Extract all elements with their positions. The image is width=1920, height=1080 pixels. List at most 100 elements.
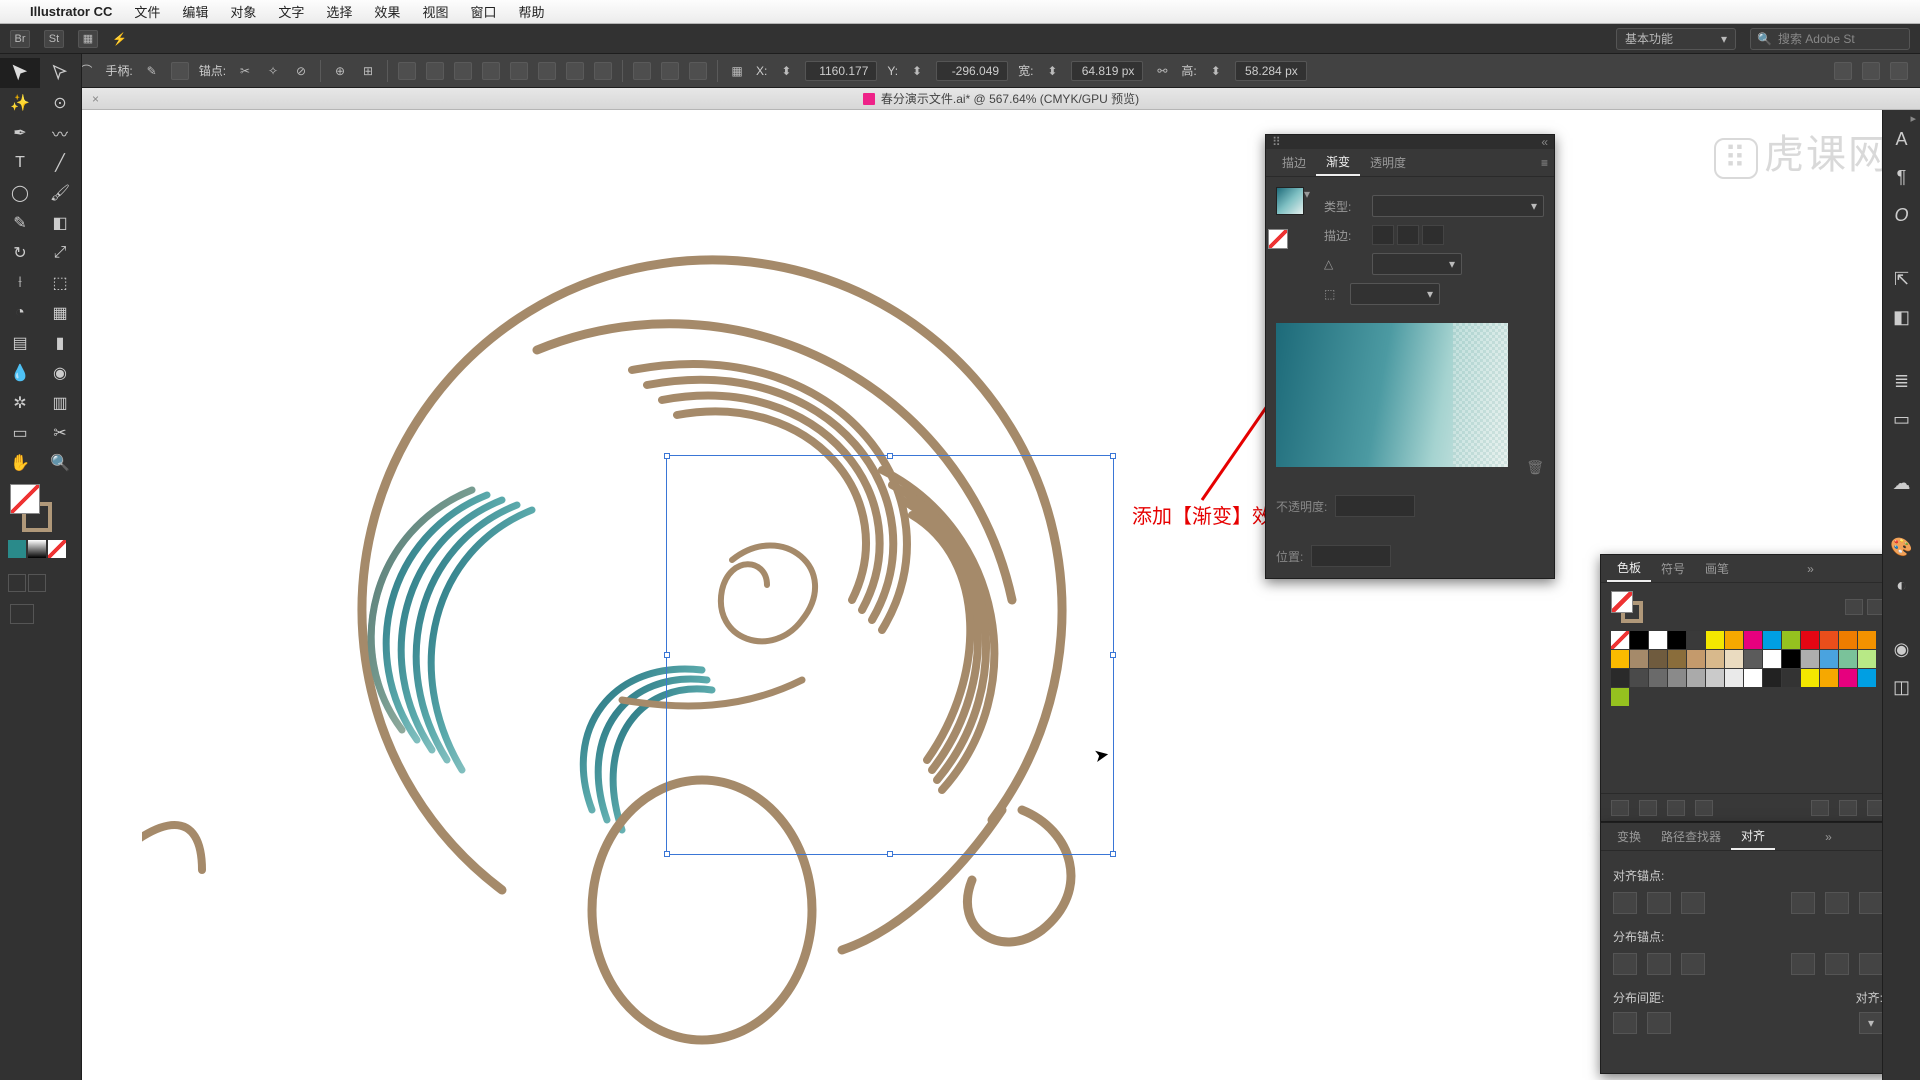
dist-center-icon[interactable] [661, 62, 679, 80]
menu-edit[interactable]: 编辑 [182, 2, 208, 21]
link-wh-icon[interactable]: ⚯ [1153, 62, 1171, 80]
document-tab[interactable]: × 春分演示文件.ai* @ 567.64% (CMYK/GPU 预览) [82, 88, 1920, 110]
swatch-color[interactable] [1611, 669, 1629, 687]
symbol-sprayer-tool[interactable]: ✲ [0, 388, 40, 418]
menu-help[interactable]: 帮助 [518, 2, 544, 21]
close-doc-icon[interactable]: × [92, 92, 99, 106]
pen-tool[interactable]: ✒ [0, 118, 40, 148]
handle-bl[interactable] [664, 851, 670, 857]
fill-stroke-indicator[interactable] [10, 484, 58, 532]
align-vcenter-button[interactable] [1825, 892, 1849, 914]
y-value[interactable]: -296.049 [936, 61, 1008, 81]
tab-swatches[interactable]: 色板 [1607, 555, 1651, 582]
type-tool[interactable]: T [0, 148, 40, 178]
blend-tool[interactable]: ◉ [40, 358, 80, 388]
link-h-icon[interactable]: ⬍ [1207, 62, 1225, 80]
swatch-color[interactable] [1706, 631, 1724, 649]
swatch-color[interactable] [1668, 631, 1686, 649]
screen-mode-full[interactable] [28, 574, 46, 592]
panel-grip-icon[interactable]: ⠿ [1272, 135, 1282, 149]
stroke-along-icon[interactable] [1397, 225, 1419, 245]
shape-builder-tool[interactable]: ◔ [0, 298, 40, 328]
paintbrush-tool[interactable]: 🖌 [40, 178, 80, 208]
handle-tl[interactable] [664, 453, 670, 459]
swatch-color[interactable] [1687, 631, 1705, 649]
arrange-docs-icon[interactable]: ▦ [78, 30, 98, 48]
swatch-color[interactable] [1668, 650, 1686, 668]
isolate-icon[interactable]: ⊕ [331, 62, 349, 80]
dist-v-icon[interactable] [594, 62, 612, 80]
swatch-color[interactable] [1858, 631, 1876, 649]
swatch-color[interactable] [1744, 650, 1762, 668]
menu-effect[interactable]: 效果 [374, 2, 400, 21]
anchor-remove-icon[interactable]: ✂ [236, 62, 254, 80]
align-right-button[interactable] [1681, 892, 1705, 914]
gradient-stroke-swatch[interactable] [1268, 229, 1288, 249]
swatches-expand-icon[interactable]: » [1807, 562, 1814, 576]
stroke-within-icon[interactable] [1372, 225, 1394, 245]
dock-color-guide-icon[interactable]: ◐ [1889, 572, 1915, 598]
handle-bm[interactable] [887, 851, 893, 857]
bridge-icon[interactable]: Br [10, 30, 30, 48]
dock-opentype-icon[interactable]: O [1889, 202, 1915, 228]
rectangle-tool[interactable]: ◯ [0, 178, 40, 208]
rotate-tool[interactable]: ↻ [0, 238, 40, 268]
swatch-color[interactable] [1649, 631, 1667, 649]
swatch-color[interactable] [1763, 669, 1781, 687]
swatch-color[interactable] [1801, 669, 1819, 687]
selection-tool[interactable] [0, 58, 40, 88]
handle-ml[interactable] [664, 652, 670, 658]
swatch-options-icon[interactable] [1667, 800, 1685, 816]
fill-swatch[interactable] [10, 484, 40, 514]
curvature-tool[interactable]: 〰 [40, 118, 80, 148]
tab-stroke[interactable]: 描边 [1272, 150, 1316, 175]
swatch-libraries-icon[interactable] [1611, 800, 1629, 816]
tab-gradient[interactable]: 渐变 [1316, 149, 1360, 176]
pixel-snap-icon[interactable] [1834, 62, 1852, 80]
align-hcenter-icon[interactable] [426, 62, 444, 80]
gradient-fill-swatch[interactable] [1276, 187, 1304, 215]
lasso-tool[interactable]: ⊙ [40, 88, 80, 118]
swatch-registration[interactable] [1630, 631, 1648, 649]
dock-collapse-icon[interactable]: ▸ [1910, 112, 1916, 125]
align-vcenter-icon[interactable] [510, 62, 528, 80]
menu-object[interactable]: 对象 [230, 2, 256, 21]
dock-graphic-styles-icon[interactable]: ◫ [1889, 674, 1915, 700]
menu-file[interactable]: 文件 [134, 2, 160, 21]
swatch-color[interactable] [1763, 631, 1781, 649]
align-to-dropdown[interactable]: ▾ [1859, 1012, 1883, 1034]
gpu-icon[interactable]: ⚡ [112, 32, 127, 46]
tab-symbols[interactable]: 符号 [1651, 556, 1695, 581]
dock-cc-libraries-icon[interactable]: ☁ [1889, 470, 1915, 496]
link-xy-icon2[interactable]: ⬍ [908, 62, 926, 80]
align-bottom-icon[interactable] [538, 62, 556, 80]
align-to-icon[interactable] [1862, 62, 1880, 80]
swatch-color[interactable] [1668, 669, 1686, 687]
magic-wand-tool[interactable]: ✨ [0, 88, 40, 118]
dist-bottom-button[interactable] [1681, 953, 1705, 975]
swatch-color[interactable] [1763, 650, 1781, 668]
panel-collapse-icon[interactable]: « [1541, 135, 1548, 149]
dock-asset-icon[interactable]: ◧ [1889, 304, 1915, 330]
w-value[interactable]: 64.819 px [1071, 61, 1143, 81]
swatch-color[interactable] [1782, 650, 1800, 668]
handle-mr[interactable] [1110, 652, 1116, 658]
list-view-icon[interactable] [1845, 599, 1863, 615]
menu-select[interactable]: 选择 [326, 2, 352, 21]
swatch-color[interactable] [1706, 669, 1724, 687]
menu-type[interactable]: 文字 [278, 2, 304, 21]
tab-transparency[interactable]: 透明度 [1360, 150, 1416, 175]
tab-transform[interactable]: 变换 [1607, 824, 1651, 849]
swatch-color[interactable] [1649, 650, 1667, 668]
opacity-input[interactable] [1335, 495, 1415, 517]
free-transform-tool[interactable]: ⬚ [40, 268, 80, 298]
swatch-color[interactable] [1820, 669, 1838, 687]
swatch-color[interactable] [1839, 650, 1857, 668]
edit-toolbar-icon[interactable] [10, 604, 34, 624]
tab-pathfinder[interactable]: 路径查找器 [1651, 824, 1731, 849]
align-top-button[interactable] [1791, 892, 1815, 914]
delete-stop-icon[interactable]: 🗑 [1526, 459, 1544, 476]
dock-artboards-icon[interactable]: ▭ [1889, 406, 1915, 432]
gradient-tool[interactable]: ▮ [40, 328, 80, 358]
swatch-color[interactable] [1782, 669, 1800, 687]
